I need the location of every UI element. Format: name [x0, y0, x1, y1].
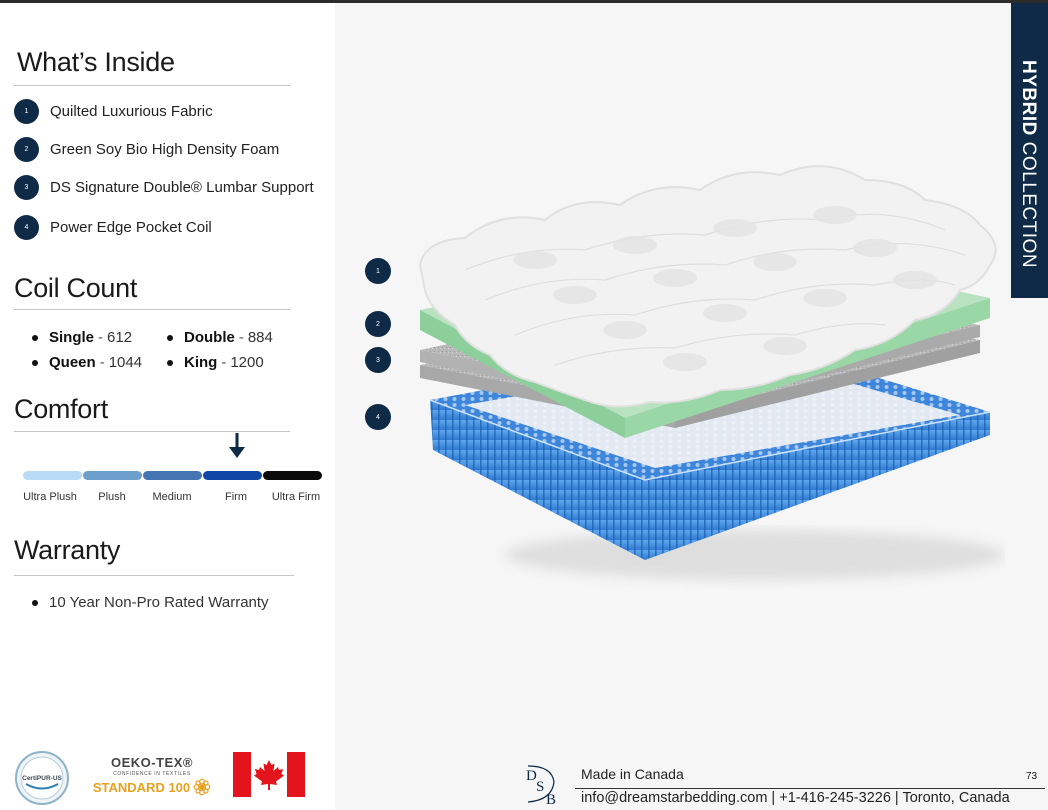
coil-separator: -: [98, 329, 104, 346]
layer-number-badge: 4: [14, 214, 39, 240]
bullet: [32, 599, 38, 606]
coil-count: 1044: [108, 354, 143, 371]
comfort-segment-ultra-plush: [23, 471, 82, 480]
comfort-label: Ultra Firm: [271, 491, 321, 503]
heading-rule: [14, 431, 290, 432]
footer-rule: [575, 788, 1045, 789]
comfort-label: Medium: [152, 491, 192, 503]
oeko-standard: STANDARD 100: [90, 778, 214, 796]
coil-count-item: Queen -1044: [32, 354, 142, 371]
whats-inside-heading: What’s Inside: [17, 47, 175, 77]
warranty-heading: Warranty: [14, 535, 121, 565]
coil-count-heading: Coil Count: [14, 273, 138, 303]
oeko-flower-icon: [193, 778, 211, 796]
coil-size: Queen: [49, 354, 96, 371]
oeko-standard-text: STANDARD 100: [92, 779, 191, 795]
coil-count: 612: [107, 329, 133, 346]
arrow-down-icon: [229, 433, 245, 458]
heading-rule: [14, 309, 290, 310]
coil-count-item: Double -884: [167, 329, 273, 346]
collection-light: COLLECTION: [1018, 135, 1039, 269]
coil-separator: -: [221, 354, 227, 371]
layer-callout-badge: 3: [365, 347, 391, 373]
layer-item: 3 DS Signature Double® Lumbar Support: [14, 174, 314, 200]
layer-label: DS Signature Double® Lumbar Support: [50, 178, 314, 196]
collection-bold: HYBRID: [1018, 60, 1039, 136]
svg-text:S: S: [536, 779, 544, 795]
layer-callout-badge: 1: [365, 258, 391, 284]
certipur-text: CertiPUR-US: [22, 775, 62, 782]
bullet: [167, 359, 173, 366]
comfort-segment-firm: [203, 471, 262, 480]
heading-rule: [14, 85, 290, 86]
layer-number-badge: 2: [14, 136, 39, 162]
coil-count: 884: [247, 329, 273, 346]
oeko-subtitle: CONFIDENCE IN TEXTILES: [113, 771, 191, 777]
coil-size: Single: [49, 329, 95, 346]
layer-number-badge: 1: [14, 98, 39, 124]
layer-label: Green Soy Bio High Density Foam: [50, 140, 280, 158]
heading-rule: [14, 575, 294, 576]
comfort-segment-medium: [143, 471, 202, 480]
mattress-layers-illustration: [418, 165, 1005, 580]
layer-item: 4 Power Edge Pocket Coil: [14, 214, 212, 240]
page-number: 73: [1026, 771, 1038, 782]
oeko-tex-logo: OEKO-TEX® CONFIDENCE IN TEXTILES STANDAR…: [90, 755, 214, 799]
contact-info: info@dreamstarbedding.com | +1-416-245-3…: [581, 790, 1010, 806]
coil-count: 1200: [230, 354, 264, 371]
certipur-logo: CertiPUR-US: [15, 751, 69, 805]
comfort-segment-plush: [83, 471, 142, 480]
layer-number-badge: 3: [14, 174, 39, 200]
layer-label: Quilted Luxurious Fabric: [50, 102, 213, 120]
coil-separator: -: [238, 329, 244, 346]
svg-text:B: B: [546, 792, 556, 808]
warranty-text: 10 Year Non-Pro Rated Warranty: [49, 594, 269, 611]
coil-count-item: King -1200: [167, 354, 264, 371]
comfort-heading: Comfort: [14, 394, 108, 424]
coil-size: Double: [184, 329, 235, 346]
layer-callout-badge: 2: [365, 311, 391, 337]
warranty-item: 10 Year Non-Pro Rated Warranty: [32, 594, 269, 611]
coil-count-item: Single -612: [32, 329, 132, 346]
comfort-segment-ultra-firm: [263, 471, 322, 480]
made-in-canada-text: Made in Canada: [581, 766, 684, 782]
layer-label: Power Edge Pocket Coil: [50, 218, 212, 236]
layer-item: 2 Green Soy Bio High Density Foam: [14, 136, 279, 162]
dsb-logo: D S B: [526, 765, 556, 808]
layer-callout-badge: 4: [365, 404, 391, 430]
comfort-label: Ultra Plush: [23, 491, 77, 503]
bullet: [32, 359, 38, 366]
bullet: [167, 334, 173, 341]
coil-separator: -: [99, 354, 105, 371]
oeko-title: OEKO-TEX®: [111, 755, 193, 770]
coil-size: King: [184, 354, 218, 371]
bullet: [32, 334, 38, 341]
canada-flag-icon: [233, 752, 305, 797]
layer-item: 1 Quilted Luxurious Fabric: [14, 98, 213, 124]
